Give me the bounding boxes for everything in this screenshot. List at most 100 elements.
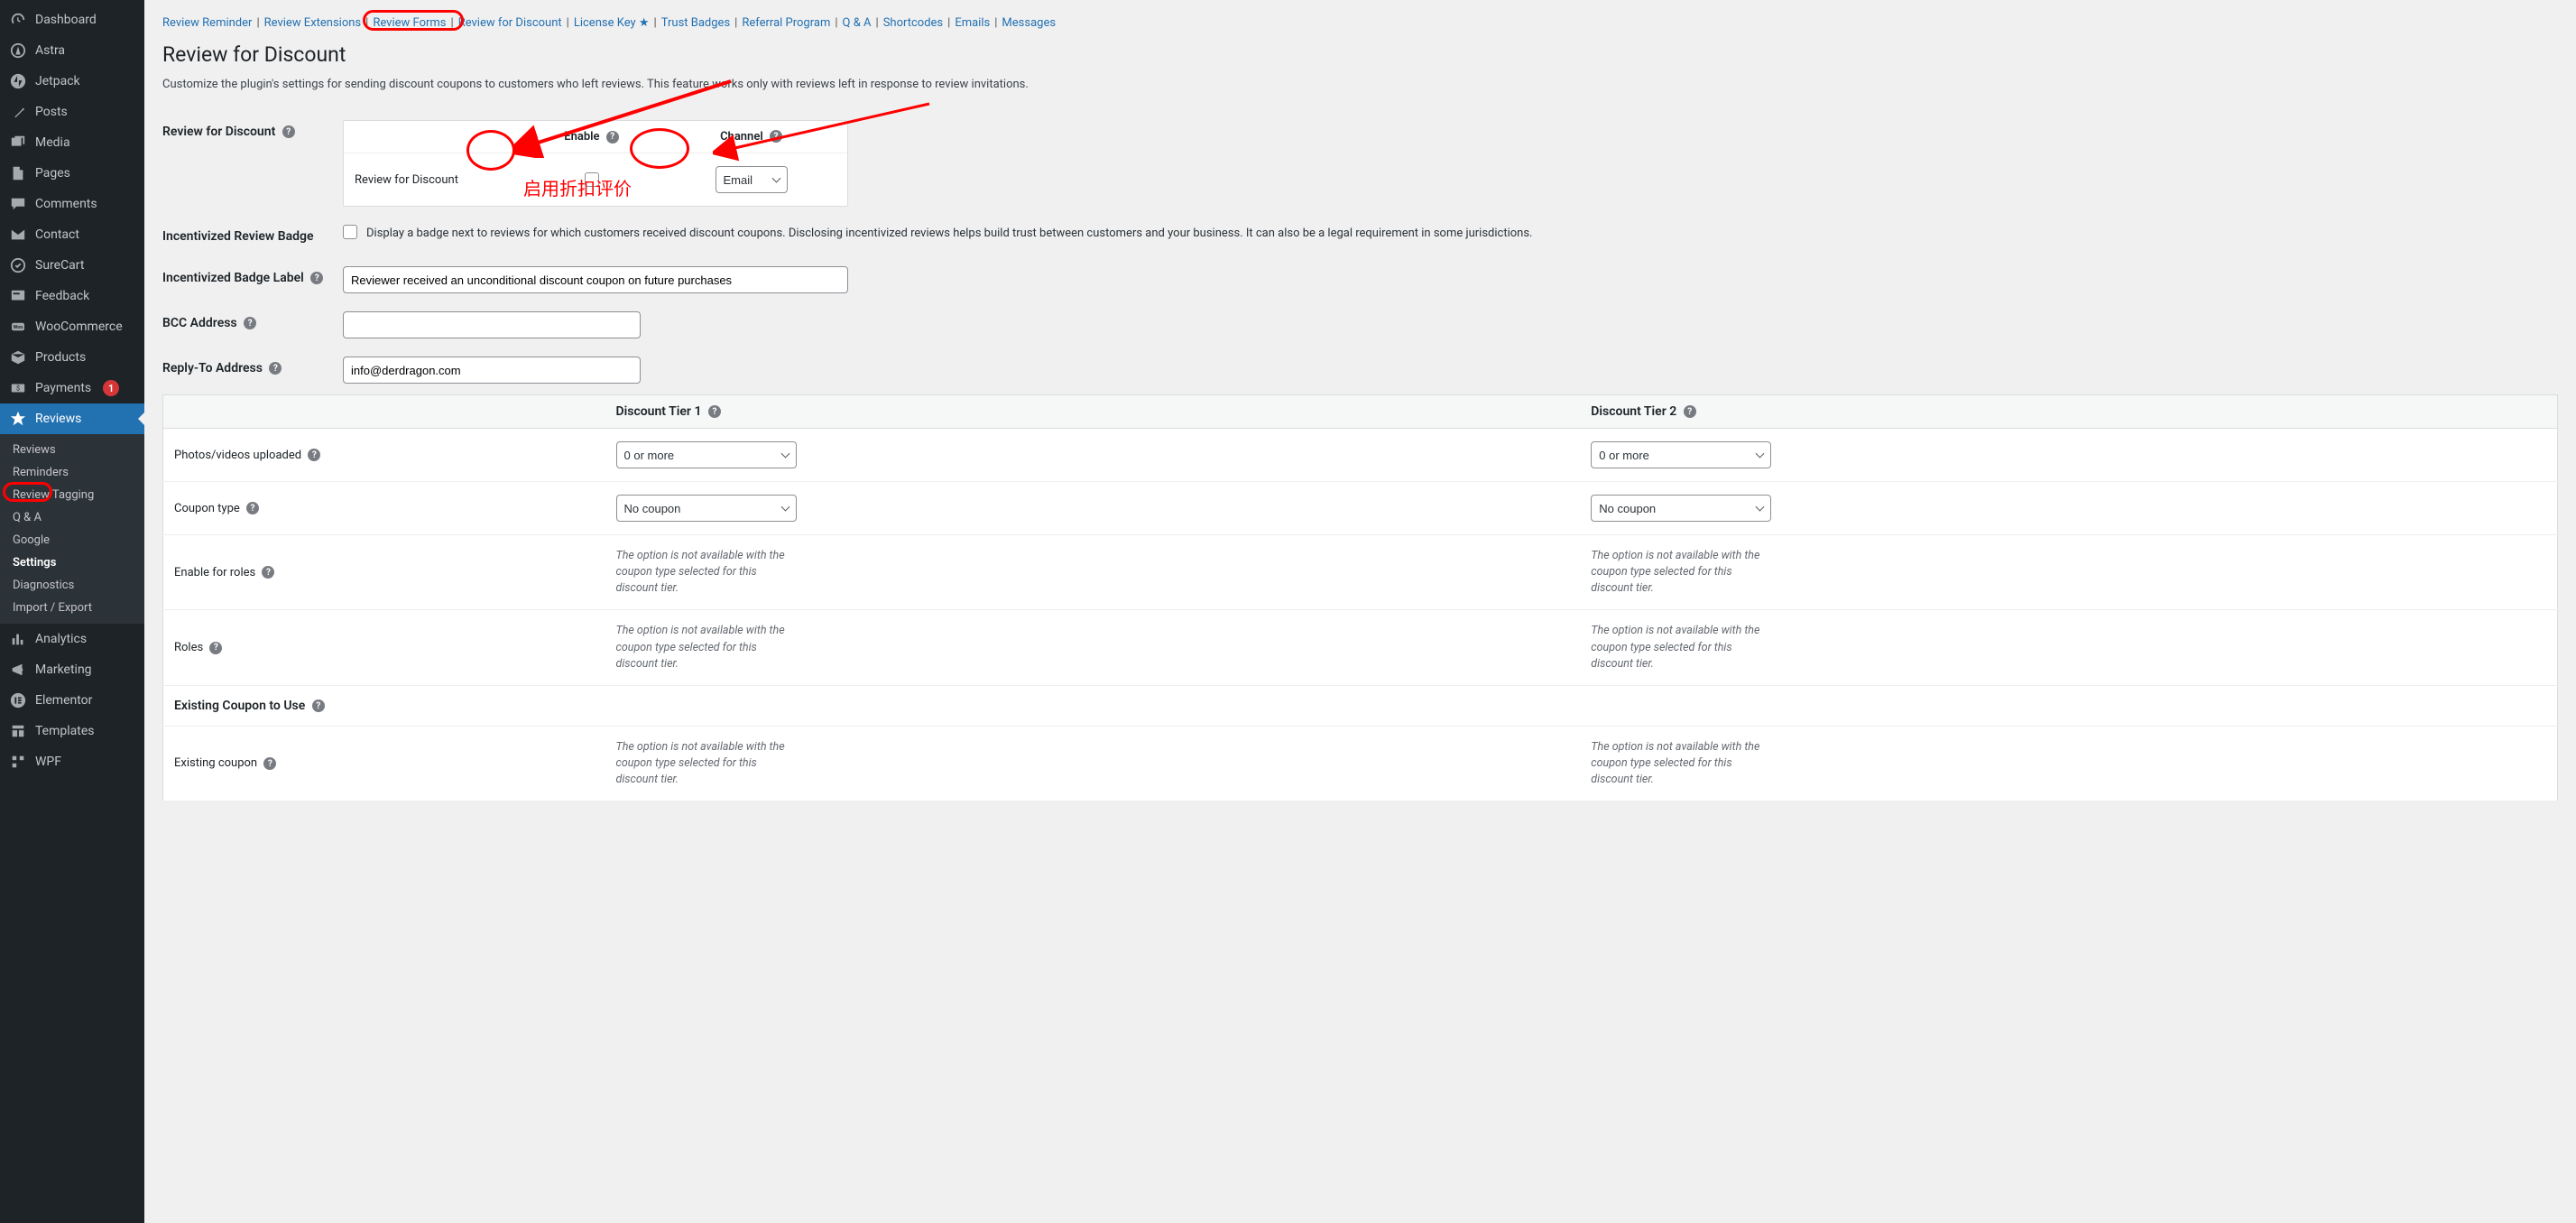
submenu-item-reminders[interactable]: Reminders xyxy=(0,461,144,484)
tab-shortcodes[interactable]: Shortcodes xyxy=(883,16,943,30)
submenu-item-review-tagging[interactable]: Review Tagging xyxy=(0,484,144,506)
help-icon[interactable] xyxy=(269,362,282,375)
tab-q-a[interactable]: Q & A xyxy=(843,16,872,30)
sidebar-item-label: WooCommerce xyxy=(35,320,123,334)
help-icon[interactable] xyxy=(310,272,323,284)
media-icon xyxy=(9,134,27,152)
sidebar-item-label: SureCart xyxy=(35,258,84,273)
sidebar-item-products[interactable]: Products xyxy=(0,342,144,373)
review-for-discount-row-label: Review for Discount xyxy=(355,173,517,187)
sidebar-item-analytics[interactable]: Analytics xyxy=(0,624,144,654)
page-icon xyxy=(9,164,27,182)
sidebar-item-feedback[interactable]: Feedback xyxy=(0,281,144,311)
tab-review-extensions[interactable]: Review Extensions xyxy=(264,16,362,30)
help-icon[interactable] xyxy=(209,642,222,654)
sidebar-item-dashboard[interactable]: Dashboard xyxy=(0,5,144,35)
submenu-item-settings[interactable]: Settings xyxy=(0,551,144,574)
sidebar-item-label: Astra xyxy=(35,43,65,58)
main-content: Review Reminder | Review Extensions | Re… xyxy=(144,0,2576,829)
submenu-item-google[interactable]: Google xyxy=(0,529,144,551)
channel-select[interactable]: Email xyxy=(716,166,788,193)
tab-review-reminder[interactable]: Review Reminder xyxy=(162,16,252,30)
sidebar-item-jetpack[interactable]: Jetpack xyxy=(0,66,144,97)
coupon-type-select[interactable]: No coupon xyxy=(1591,495,1771,522)
sidebar-item-label: WPF xyxy=(35,755,61,769)
photos-videos-uploaded-select[interactable]: 0 or more xyxy=(616,441,797,468)
tab-referral-program[interactable]: Referral Program xyxy=(742,16,830,30)
tab-review-for-discount[interactable]: Review for Discount xyxy=(458,16,562,30)
submenu-item-reviews[interactable]: Reviews xyxy=(0,439,144,461)
sidebar-item-media[interactable]: Media xyxy=(0,127,144,158)
help-icon[interactable] xyxy=(770,130,782,143)
sidebar-item-label: Payments xyxy=(35,381,91,395)
tab-separator: | xyxy=(451,16,454,30)
enable-checkbox[interactable] xyxy=(585,172,599,187)
templates-icon xyxy=(9,722,27,740)
help-icon[interactable] xyxy=(244,317,256,329)
sidebar-item-label: Feedback xyxy=(35,289,89,303)
sidebar-item-label: Media xyxy=(35,135,70,150)
tab-separator: | xyxy=(994,16,997,30)
sidebar-item-surecart[interactable]: SureCart xyxy=(0,250,144,281)
help-icon[interactable] xyxy=(708,405,721,418)
help-icon[interactable] xyxy=(606,131,619,144)
sidebar-item-posts[interactable]: Posts xyxy=(0,97,144,127)
tier-row-label: Roles xyxy=(163,610,605,685)
sidebar-item-pages[interactable]: Pages xyxy=(0,158,144,189)
sidebar-item-label: Pages xyxy=(35,166,70,181)
unavailable-text: The option is not available with the cou… xyxy=(616,623,797,672)
review-for-discount-table: Enable Channel Review for Discount Email xyxy=(343,120,848,207)
sidebar-item-label: Comments xyxy=(35,197,97,211)
tier2-header: Discount Tier 2 xyxy=(1580,395,2557,429)
unavailable-text: The option is not available with the cou… xyxy=(1591,548,1771,597)
tab-messages[interactable]: Messages xyxy=(1002,16,1056,30)
incentivized-badge-checkbox[interactable] xyxy=(343,225,357,239)
tier-row: Existing coupon The option is not availa… xyxy=(163,726,2558,801)
settings-tabs: Review Reminder | Review Extensions | Re… xyxy=(162,0,2558,38)
marketing-icon xyxy=(9,661,27,679)
tier-row-label: Coupon type xyxy=(163,482,605,535)
sidebar-item-marketing[interactable]: Marketing xyxy=(0,654,144,685)
sidebar-item-comments[interactable]: Comments xyxy=(0,189,144,219)
coupon-type-select[interactable]: No coupon xyxy=(616,495,797,522)
admin-sidebar: Dashboard Astra JetpackPosts Media Pages Comm… xyxy=(0,0,144,1223)
sidebar-item-templates[interactable]: Templates xyxy=(0,716,144,746)
sidebar-item-woocommerce[interactable]: WooWooCommerce xyxy=(0,311,144,342)
payments-icon: $ xyxy=(9,379,27,397)
tab-separator: | xyxy=(734,16,737,30)
bcc-input[interactable] xyxy=(343,311,641,338)
page-description: Customize the plugin's settings for send… xyxy=(162,78,2558,91)
submenu-item-diagnostics[interactable]: Diagnostics xyxy=(0,574,144,597)
help-icon[interactable] xyxy=(308,449,320,461)
help-icon[interactable] xyxy=(263,757,276,770)
sidebar-item-elementor[interactable]: Elementor xyxy=(0,685,144,716)
submenu-item-import-export[interactable]: Import / Export xyxy=(0,597,144,619)
help-icon[interactable] xyxy=(262,566,274,579)
tier-row: Enable for roles The option is not avail… xyxy=(163,535,2558,610)
reviews-submenu: ReviewsRemindersReview TaggingQ & AGoogl… xyxy=(0,434,144,624)
box-icon xyxy=(9,348,27,366)
badge-label-input[interactable] xyxy=(343,266,848,293)
tab-review-forms[interactable]: Review Forms xyxy=(373,16,446,30)
sidebar-item-contact[interactable]: Contact xyxy=(0,219,144,250)
help-icon[interactable] xyxy=(246,502,259,514)
settings-form: Review for Discount Enable Channel Revie… xyxy=(162,111,2558,393)
photos-videos-uploaded-select[interactable]: 0 or more xyxy=(1591,441,1771,468)
tab-trust-badges[interactable]: Trust Badges xyxy=(661,16,730,30)
tab-license-key-[interactable]: License Key ★ xyxy=(574,16,650,30)
wpe-icon xyxy=(9,753,27,771)
tab-emails[interactable]: Emails xyxy=(955,16,990,30)
submenu-item-q-a[interactable]: Q & A xyxy=(0,506,144,529)
surecart-icon xyxy=(9,256,27,274)
sidebar-item-reviews[interactable]: Reviews xyxy=(0,403,144,434)
help-icon[interactable] xyxy=(312,700,325,712)
sidebar-item-payments[interactable]: $Payments1 xyxy=(0,373,144,403)
help-icon[interactable] xyxy=(1684,405,1696,418)
discount-tiers-table: Discount Tier 1 Discount Tier 2 Photos/v… xyxy=(162,394,2558,801)
enable-header: Enable xyxy=(564,130,599,144)
dashboard-icon xyxy=(9,11,27,29)
reply-to-input[interactable] xyxy=(343,357,641,384)
sidebar-item-astra[interactable]: Astra xyxy=(0,35,144,66)
help-icon[interactable] xyxy=(282,125,295,138)
sidebar-item-wpf[interactable]: WPF xyxy=(0,746,144,777)
